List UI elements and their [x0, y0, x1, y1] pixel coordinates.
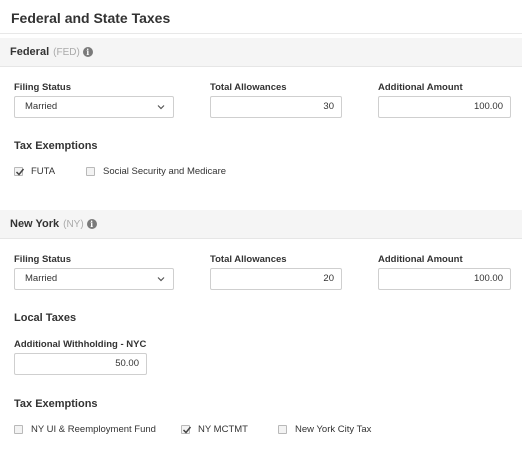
- federal-filing-status-select[interactable]: Married: [14, 96, 174, 118]
- state-exemption-nyc-tax[interactable]: New York City Tax: [278, 424, 371, 435]
- federal-exemption-ss-medicare[interactable]: Social Security and Medicare: [86, 166, 226, 177]
- federal-section-title: Federal (FED) i: [10, 46, 93, 58]
- federal-section-header: Federal (FED) i: [0, 38, 522, 67]
- state-exemption-ny-ui[interactable]: NY UI & Reemployment Fund: [14, 424, 156, 435]
- ny-mctmt-checkbox[interactable]: [181, 425, 192, 434]
- info-icon[interactable]: i: [86, 219, 97, 229]
- federal-additional-input[interactable]: 100.00: [378, 96, 511, 118]
- federal-allowances-label: Total Allowances: [210, 82, 287, 93]
- info-icon[interactable]: i: [82, 47, 93, 57]
- federal-additional-label: Additional Amount: [378, 82, 463, 93]
- state-filing-status-value: Married: [25, 273, 58, 284]
- check-icon: [182, 426, 192, 434]
- futa-label: FUTA: [31, 166, 56, 177]
- page-title: Federal and State Taxes: [11, 10, 171, 26]
- ss-medicare-label: Social Security and Medicare: [103, 166, 227, 177]
- state-allowances-label: Total Allowances: [210, 254, 287, 265]
- state-exemptions-title: Tax Exemptions: [14, 398, 98, 410]
- federal-exemption-futa[interactable]: FUTA: [14, 166, 55, 177]
- title-divider: [0, 33, 522, 34]
- state-name: New York: [10, 218, 60, 230]
- state-additional-label: Additional Amount: [378, 254, 463, 265]
- ss-medicare-checkbox[interactable]: [86, 167, 95, 176]
- federal-filing-status-value: Married: [25, 101, 58, 112]
- state-allowances-input[interactable]: 20: [210, 268, 342, 290]
- federal-code: (FED): [53, 46, 80, 58]
- state-section-header: New York (NY) i: [0, 210, 522, 239]
- state-exemption-ny-mctmt[interactable]: NY MCTMT: [181, 424, 248, 435]
- local-withholding-label: Additional Withholding - NYC: [14, 339, 147, 350]
- futa-checkbox[interactable]: [14, 167, 25, 176]
- state-filing-status-label: Filing Status: [14, 254, 71, 265]
- local-withholding-input[interactable]: 50.00: [14, 353, 147, 375]
- state-additional-input[interactable]: 100.00: [378, 268, 511, 290]
- federal-name: Federal: [10, 46, 50, 58]
- federal-exemptions-title: Tax Exemptions: [14, 140, 98, 152]
- state-section-title: New York (NY) i: [10, 218, 97, 230]
- local-taxes-title: Local Taxes: [14, 312, 77, 324]
- check-icon: [15, 168, 25, 176]
- chevron-down-icon: [157, 277, 165, 282]
- state-filing-status-select[interactable]: Married: [14, 268, 174, 290]
- chevron-down-icon: [157, 105, 165, 110]
- federal-filing-status-label: Filing Status: [14, 82, 71, 93]
- ny-ui-checkbox[interactable]: [14, 425, 23, 434]
- nyc-tax-label: New York City Tax: [295, 424, 372, 435]
- nyc-tax-checkbox[interactable]: [278, 425, 287, 434]
- federal-allowances-input[interactable]: 30: [210, 96, 342, 118]
- ny-ui-label: NY UI & Reemployment Fund: [31, 424, 156, 435]
- state-code: (NY): [63, 218, 84, 230]
- ny-mctmt-label: NY MCTMT: [198, 424, 248, 435]
